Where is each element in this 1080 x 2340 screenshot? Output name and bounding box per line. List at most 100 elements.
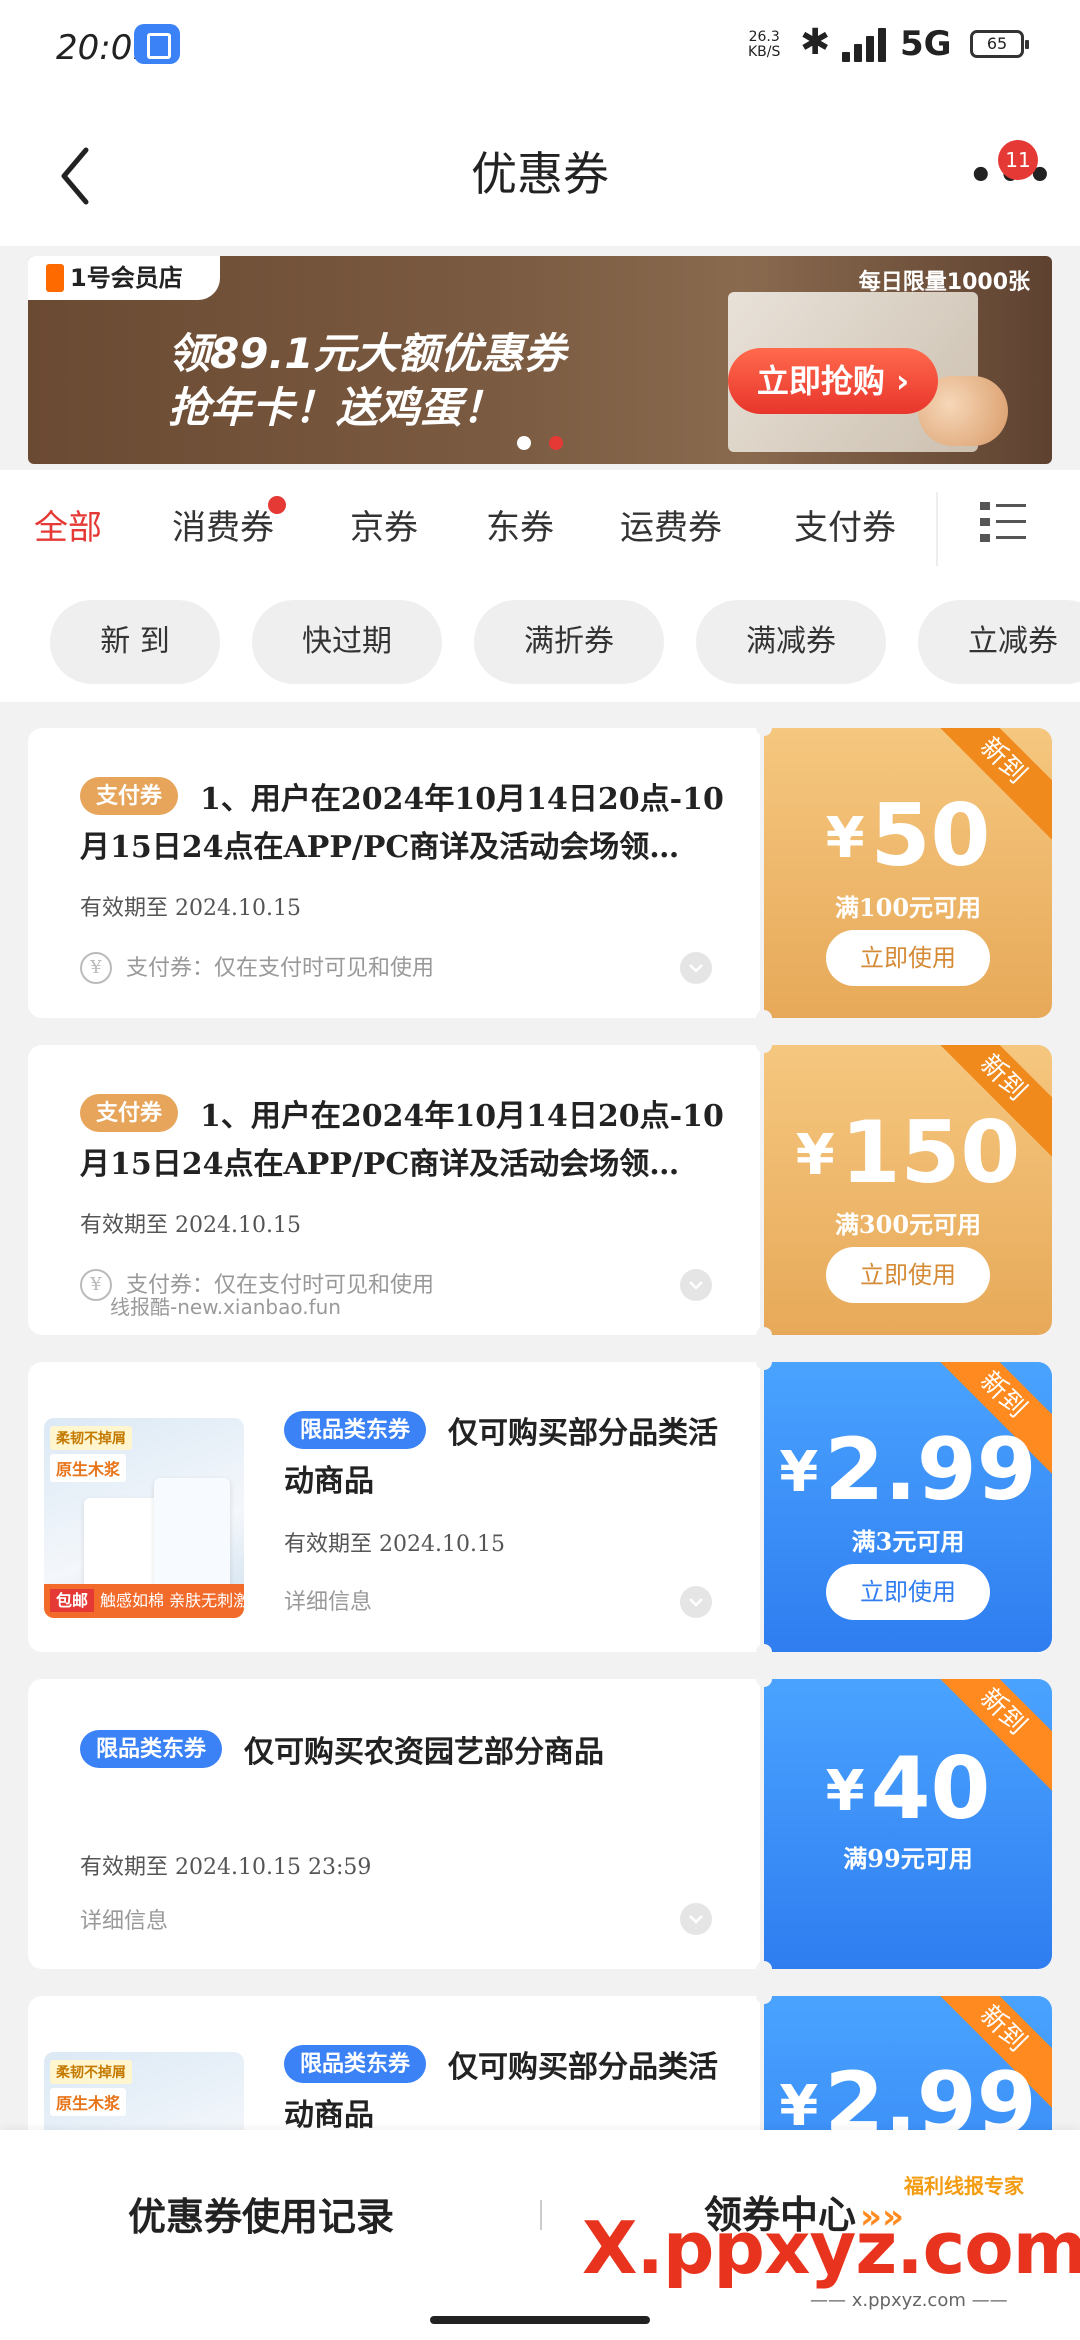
- bottom-divider: [540, 2200, 542, 2230]
- banner-dot[interactable]: [517, 436, 531, 450]
- tab-consumption[interactable]: 消费券: [172, 496, 286, 549]
- expand-chevron-icon[interactable]: [680, 1903, 712, 1935]
- expand-chevron-icon[interactable]: [680, 952, 712, 984]
- use-now-button[interactable]: 立即使用: [826, 1564, 990, 1620]
- coupon-note: ¥ 支付券：仅在支付时可见和使用: [80, 950, 434, 984]
- coupon-info: 柔韧不掉屑 原生木浆 包邮 触感如棉 亲肤无刺激 限品类东券 仅可购买部分品类活动商…: [28, 1362, 760, 1652]
- chip-full-reduction[interactable]: 满减券: [696, 600, 886, 684]
- coupon-condition: 满100元可用: [834, 893, 982, 922]
- expand-chevron-icon[interactable]: [680, 1586, 712, 1618]
- site-watermark-logo: X.ppxyz.com: [582, 2206, 1080, 2290]
- tab-dong[interactable]: 东券: [486, 500, 554, 549]
- chip-expiring[interactable]: 快过期: [252, 600, 442, 684]
- coupon-notch: [756, 1988, 772, 2004]
- category-tabs: 全部 消费券 京券 东券 运费券 支付券: [0, 470, 1080, 580]
- coupon-title: 支付券 1、用户在2024年10月14日20点-10月15日24点在APP/PC商…: [80, 1093, 730, 1189]
- coupon-value-panel: 新到 ¥50 满100元可用 立即使用: [764, 728, 1052, 1018]
- coupon-amount: ¥50: [825, 786, 991, 886]
- net-speed-unit: KB/S: [748, 44, 781, 60]
- net-speed: 26.3 KB/S: [748, 30, 780, 60]
- status-bar: 20:01 26.3 KB/S ✱ 5G 65: [0, 0, 1080, 96]
- tab-jing[interactable]: 京券: [350, 500, 418, 549]
- list-menu-icon[interactable]: [980, 498, 1028, 546]
- product-label: 柔韧不掉屑: [50, 1426, 132, 1450]
- coupon-amount: ¥150: [795, 1103, 1021, 1203]
- coupon-info: 限品类东券 仅可购买农资园艺部分商品 有效期至 2024.10.15 23:59 …: [28, 1679, 760, 1969]
- site-watermark-url: —— x.ppxyz.com ——: [810, 2290, 1008, 2311]
- banner-dot-active[interactable]: [549, 436, 563, 450]
- banner-pagination: [28, 435, 1052, 454]
- coupon-card[interactable]: 限品类东券 仅可购买农资园艺部分商品 有效期至 2024.10.15 23:59 …: [28, 1671, 1052, 1977]
- coupon-title: 支付券 1、用户在2024年10月14日20点-10月15日24点在APP/PC商…: [80, 776, 730, 872]
- network-type: 5G: [900, 24, 952, 64]
- usage-record-button[interactable]: 优惠券使用记录: [128, 2186, 394, 2241]
- coupon-title: 限品类东券 仅可购买部分品类活动商品: [284, 1410, 734, 1506]
- coupon-tag: 限品类东券: [284, 1411, 427, 1449]
- coupon-condition: 满300元可用: [834, 1210, 982, 1239]
- net-speed-value: 26.3: [748, 29, 780, 45]
- battery-icon: 65: [970, 30, 1029, 58]
- coupon-validity: 有效期至 2024.10.15: [80, 896, 301, 921]
- coupon-notch: [756, 1354, 772, 1370]
- product-label: 原生木浆: [50, 2088, 127, 2116]
- coupon-card[interactable]: 支付券 1、用户在2024年10月14日20点-10月15日24点在APP/PC商…: [28, 720, 1052, 1026]
- coupon-title: 限品类东券 仅可购买农资园艺部分商品: [80, 1729, 730, 1777]
- home-indicator[interactable]: [430, 2316, 650, 2324]
- coupon-condition: 满99元可用: [843, 1844, 973, 1873]
- chip-discount[interactable]: 满折券: [474, 600, 664, 684]
- message-count-badge: 11: [998, 140, 1038, 180]
- product-box-image: [154, 1478, 230, 1588]
- more-button[interactable]: ••• 11: [960, 140, 1053, 206]
- coupon-details-link[interactable]: 详细信息: [80, 1903, 168, 1935]
- coupon-details-link[interactable]: 详细信息: [284, 1584, 372, 1616]
- tabs-divider: [936, 492, 938, 566]
- store-logo: 1号会员店: [28, 256, 220, 300]
- product-thumbnail[interactable]: 柔韧不掉屑 原生木浆 包邮 触感如棉 亲肤无刺激: [44, 1418, 244, 1618]
- tab-payment[interactable]: 支付券: [794, 500, 896, 549]
- coupon-tag: 限品类东券: [284, 2045, 427, 2083]
- coupon-value-panel: 新到 ¥2.99 满3元可用 立即使用: [764, 1362, 1052, 1652]
- product-label: 柔韧不掉屑: [50, 2060, 132, 2084]
- use-now-button[interactable]: 立即使用: [826, 1247, 990, 1303]
- coupon-notch: [756, 1010, 772, 1026]
- banner-cta-button[interactable]: 立即抢购 ›: [728, 348, 938, 414]
- page-title: 优惠券: [471, 147, 609, 201]
- product-label: 原生木浆: [50, 1454, 127, 1482]
- banner-subheadline: 抢年卡！送鸡蛋！: [168, 383, 505, 432]
- coupon-title: 限品类东券 仅可购买部分品类活动商品: [284, 2044, 734, 2140]
- coupon-notch: [756, 1671, 772, 1687]
- tab-shipping[interactable]: 运费券: [620, 500, 722, 549]
- banner-headline: 领89.1元大额优惠券: [168, 329, 566, 378]
- coupon-validity: 有效期至 2024.10.15 23:59: [80, 1855, 372, 1880]
- product-banner: 包邮 触感如棉 亲肤无刺激: [44, 1584, 244, 1618]
- bluetooth-icon: ✱: [800, 22, 831, 63]
- coupon-validity: 有效期至 2024.10.15: [284, 1532, 505, 1557]
- watermark-badge: 福利线报专家: [904, 2174, 1024, 2198]
- coupon-value-panel: 新到 ¥40 满99元可用: [764, 1679, 1052, 1969]
- coupon-notch: [756, 1961, 772, 1977]
- coupon-card[interactable]: 柔韧不掉屑 原生木浆 包邮 触感如棉 亲肤无刺激 限品类东券 仅可购买部分品类活动商…: [28, 1354, 1052, 1660]
- promo-banner[interactable]: 1号会员店 领89.1元大额优惠券 抢年卡！送鸡蛋！ 每日限量1000张 立即抢…: [28, 256, 1052, 464]
- tab-red-dot: [268, 496, 286, 514]
- coupon-tag: 支付券: [80, 777, 179, 815]
- expand-chevron-icon[interactable]: [680, 1269, 712, 1301]
- filter-chips: 新 到 快过期 满折券 满减券 立减券: [0, 580, 1080, 702]
- coupon-amount: ¥40: [825, 1739, 991, 1839]
- chip-instant-reduction[interactable]: 立减券: [918, 600, 1080, 684]
- header: 优惠券 ••• 11: [0, 96, 1080, 246]
- coupon-tag: 限品类东券: [80, 1730, 223, 1768]
- yen-circle-icon: ¥: [80, 1269, 112, 1301]
- app-notification-icon: [134, 24, 180, 64]
- banner-limit-text: 每日限量1000张: [858, 270, 1030, 295]
- chip-new[interactable]: 新 到: [50, 600, 220, 684]
- coupon-condition: 满3元可用: [851, 1527, 965, 1556]
- signal-icon: [842, 28, 886, 62]
- tab-all[interactable]: 全部: [34, 500, 102, 549]
- coupon-tag: 支付券: [80, 1094, 179, 1132]
- use-now-button[interactable]: 立即使用: [826, 930, 990, 986]
- coupon-notch: [756, 1037, 772, 1053]
- coupon-notch: [756, 1644, 772, 1660]
- product-box-image: [84, 1498, 164, 1598]
- coupon-validity: 有效期至 2024.10.15: [80, 1213, 301, 1238]
- coupon-amount: ¥2.99: [779, 1420, 1037, 1520]
